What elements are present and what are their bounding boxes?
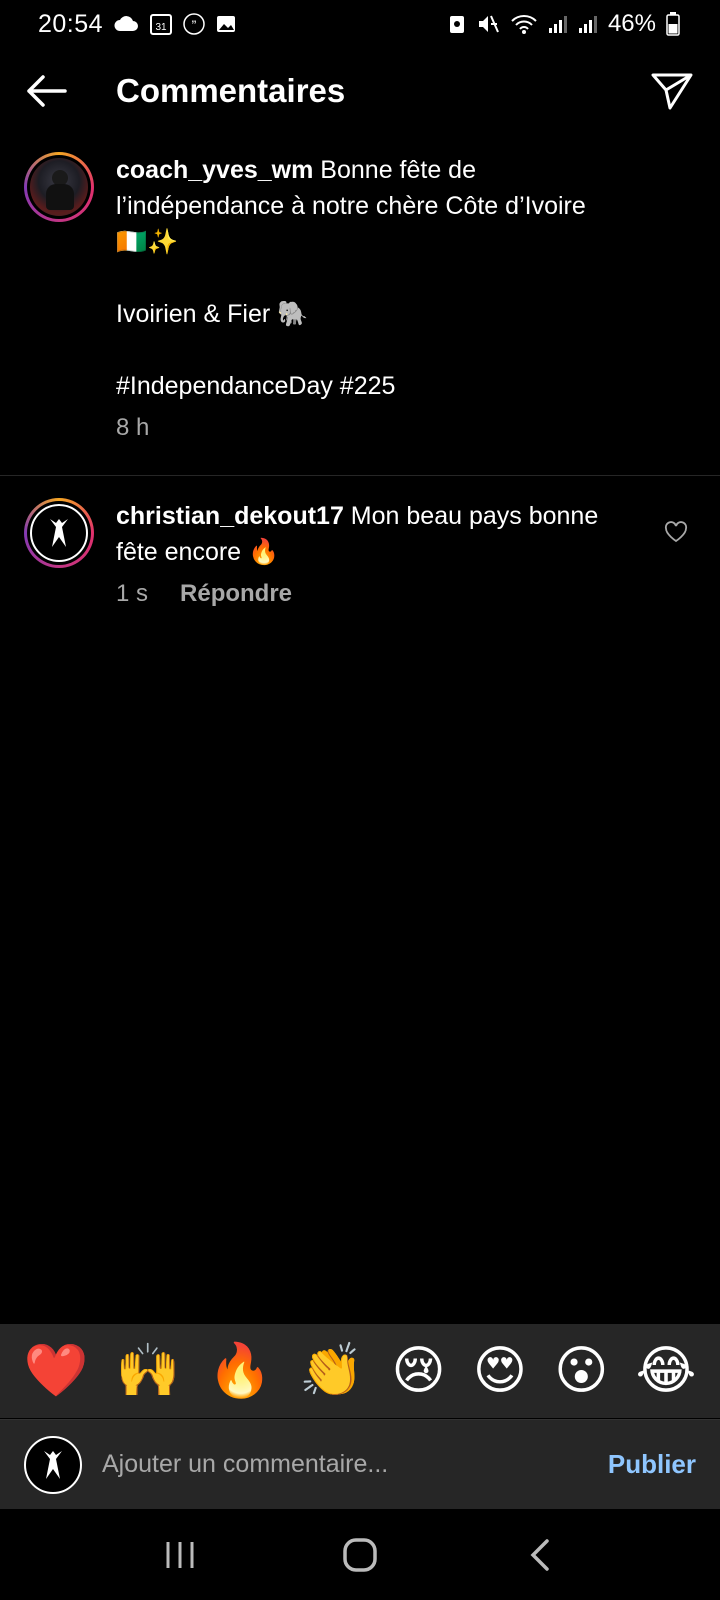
share-button[interactable]: [648, 67, 696, 115]
status-time: 20:54: [38, 9, 104, 38]
recent-apps-icon: [166, 1541, 194, 1568]
status-right: 46%: [448, 10, 680, 38]
home-icon: [343, 1537, 377, 1572]
lock-icon: [448, 13, 466, 35]
caption-text: coach_yves_wm Bonne fête de l’indépendan…: [116, 152, 696, 404]
post-caption: coach_yves_wm Bonne fête de l’indépendan…: [0, 152, 720, 446]
emoji-crying[interactable]: 😢: [391, 1345, 445, 1397]
emoji-clapping[interactable]: 👏: [299, 1345, 364, 1397]
battery-icon: [666, 12, 680, 36]
signal-icon: [548, 14, 568, 34]
recent-apps-button[interactable]: [150, 1525, 210, 1585]
caption-hashtags[interactable]: #IndependanceDay #225: [116, 368, 696, 404]
like-button[interactable]: [656, 512, 696, 552]
avatar[interactable]: [24, 152, 94, 222]
header: Commentaires: [0, 56, 720, 126]
caption-username[interactable]: coach_yves_wm: [116, 156, 313, 184]
user-avatar: [24, 1435, 82, 1494]
commenter-avatar[interactable]: [24, 498, 94, 568]
heart-icon: [664, 521, 688, 543]
divider: [0, 475, 720, 476]
chevron-left-icon: [530, 1538, 549, 1571]
caption-line: 🇨🇮✨: [116, 228, 179, 256]
comment-body: christian_dekout17 Mon beau pays bonne f…: [116, 498, 656, 612]
page-title: Commentaires: [116, 72, 346, 109]
comment-item: christian_dekout17 Mon beau pays bonne f…: [0, 498, 720, 612]
comment-text-line: fête encore 🔥: [116, 538, 280, 566]
caption-time: 8 h: [116, 414, 150, 441]
emoji-raising-hands[interactable]: 🙌: [116, 1345, 181, 1397]
arrow-left-icon: [27, 75, 67, 107]
emoji-heart-eyes[interactable]: 😍: [473, 1345, 527, 1397]
avatar-border: [27, 155, 91, 219]
comment-text: christian_dekout17 Mon beau pays bonne f…: [116, 498, 656, 570]
comment-meta: 1 s Répondre: [116, 576, 656, 612]
caption-body: coach_yves_wm Bonne fête de l’indépendan…: [116, 152, 696, 446]
cloud-icon: [113, 15, 139, 33]
comment-username[interactable]: christian_dekout17: [116, 502, 344, 530]
signal-icon: [578, 14, 598, 34]
comment-time: 1 s: [116, 580, 149, 607]
back-button[interactable]: [24, 69, 68, 113]
publish-button[interactable]: Publier: [608, 1449, 696, 1480]
comment-input-bar: Publier: [0, 1419, 720, 1509]
avatar-border: [27, 501, 91, 565]
avatar-photo: [30, 158, 88, 216]
quote-icon: ”: [183, 13, 205, 35]
emoji-surprised[interactable]: 😮: [554, 1345, 608, 1397]
paper-plane-icon: [651, 73, 693, 110]
system-back-button[interactable]: [510, 1525, 570, 1585]
caption-line: l’indépendance à notre chère Côte d’Ivoi…: [116, 192, 586, 220]
mute-icon: [476, 13, 500, 35]
emoji-fire[interactable]: 🔥: [207, 1345, 272, 1397]
calendar-day: 31: [156, 22, 168, 33]
wifi-icon: [510, 13, 538, 35]
reply-button[interactable]: Répondre: [180, 576, 292, 612]
image-icon: [215, 13, 237, 35]
emoji-heart[interactable]: ❤️: [24, 1345, 89, 1397]
status-bar: 20:54 31 ” 46%: [0, 0, 720, 48]
svg-text:”: ”: [192, 17, 197, 33]
logo-icon: [30, 504, 88, 562]
comments-screen: 20:54 31 ” 46% Commentaires coach_yves_w…: [0, 0, 720, 1600]
logo-icon: [44, 1450, 62, 1479]
system-nav-bar: [0, 1509, 720, 1600]
calendar-icon: 31: [149, 12, 173, 36]
caption-line: Ivoirien & Fier 🐘: [116, 300, 309, 328]
caption-meta: 8 h: [116, 410, 696, 446]
emoji-reaction-bar: ❤️ 🙌 🔥 👏 😢 😍 😮 😂: [0, 1324, 720, 1418]
comment-input[interactable]: [102, 1450, 608, 1479]
battery-percentage: 46%: [607, 10, 656, 37]
caption-line: Bonne fête de: [313, 156, 476, 184]
home-button[interactable]: [330, 1525, 390, 1585]
comment-text-line: Mon beau pays bonne: [343, 502, 599, 530]
emoji-tears-of-joy[interactable]: 😂: [636, 1345, 697, 1397]
status-left: 20:54 31 ”: [38, 10, 237, 39]
